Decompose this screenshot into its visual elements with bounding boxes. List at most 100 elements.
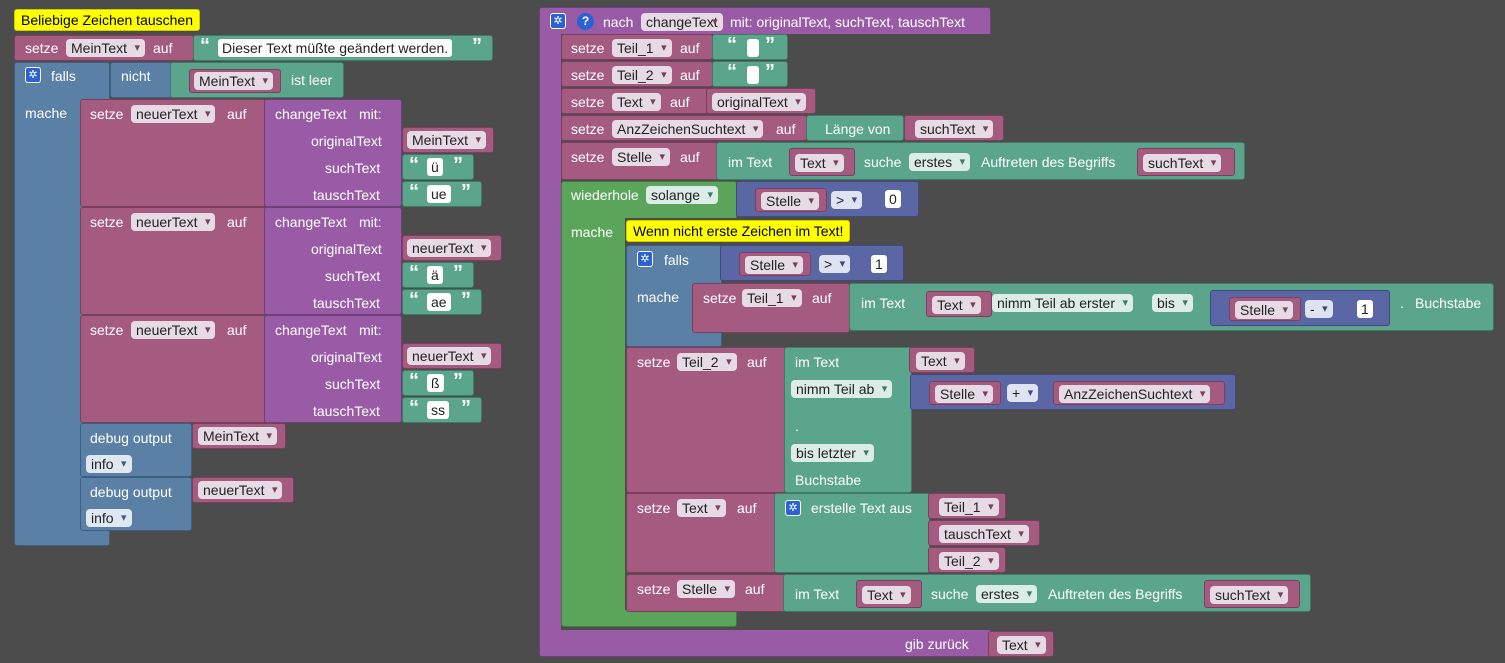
set-meintext-block[interactable]: setze MeinText auf (14, 35, 194, 61)
var-block[interactable]: MeinText (189, 69, 281, 93)
set-text-block[interactable]: setze Text auf (561, 88, 709, 114)
log-level-dropdown[interactable]: info (86, 455, 132, 473)
var-block[interactable]: Text (856, 580, 922, 608)
var-dropdown[interactable]: neuerText (131, 105, 216, 123)
var-dropdown[interactable]: Teil_2 (612, 66, 672, 84)
var-dropdown[interactable]: Stelle (761, 192, 820, 210)
var-dropdown[interactable]: Stelle (612, 148, 671, 166)
log-level-dropdown[interactable]: info (86, 509, 132, 527)
set-neuertext-block-3[interactable]: setze neuerText auf (80, 315, 266, 423)
var-dropdown[interactable]: Teil_1 (939, 498, 999, 516)
text-value-field[interactable]: Dieser Text müßte geändert werden. (218, 39, 453, 57)
function-name-field[interactable]: changeText (641, 13, 723, 31)
var-block[interactable]: Stelle (755, 188, 827, 212)
operator-dropdown[interactable]: + (1007, 384, 1039, 402)
debug-output-block-2[interactable]: debug output info (80, 477, 192, 531)
var-block[interactable]: neuerText (192, 477, 294, 503)
text-value-field[interactable] (747, 39, 759, 57)
call-changetext-block-3[interactable]: changeText mit: originalText suchText ta… (264, 315, 402, 423)
var-block[interactable]: Text (789, 148, 855, 176)
var-dropdown[interactable]: neuerText (131, 213, 216, 231)
var-block[interactable]: AnzZeichenSuchtext (1053, 381, 1225, 405)
var-block[interactable]: Stelle (1229, 297, 1301, 321)
var-block[interactable]: originalText (706, 88, 816, 114)
text-value-field[interactable]: ae (427, 293, 451, 311)
var-dropdown[interactable]: Text (932, 296, 981, 314)
set-stelle-block[interactable]: setze Stelle auf (561, 142, 719, 180)
find-text-block[interactable]: im Text Text suche erstes Auftreten des … (716, 142, 1245, 180)
set-teil1-block[interactable]: setze Teil_1 auf (692, 283, 850, 333)
set-text-block[interactable]: setze Text auf (626, 493, 776, 573)
text-literal-block[interactable]: “ ü ” (402, 154, 474, 180)
var-block[interactable]: tauschText (928, 520, 1040, 546)
text-literal-block[interactable]: “ ß ” (402, 370, 474, 396)
var-dropdown[interactable]: suchText (1143, 154, 1222, 172)
debug-output-block-1[interactable]: debug output info (80, 423, 192, 477)
substring-end-dropdown[interactable]: bis (1152, 294, 1193, 312)
var-dropdown[interactable]: neuerText (407, 239, 492, 257)
var-block[interactable]: Text (909, 347, 975, 373)
set-teil2-block[interactable]: setze Teil_2 auf (561, 61, 713, 87)
find-text-block[interactable]: im Text Text suche erstes Auftreten des … (783, 574, 1311, 612)
var-dropdown[interactable]: Teil_1 (742, 289, 802, 307)
var-dropdown[interactable]: Text (795, 154, 844, 172)
comment-block[interactable]: Beliebige Zeichen tauschen (14, 9, 201, 31)
substring-mode-dropdown[interactable]: nimm Teil ab erster (992, 294, 1134, 312)
var-block[interactable]: suchText (904, 115, 1004, 141)
search-mode-dropdown[interactable]: erstes (976, 585, 1038, 603)
set-neuertext-block-1[interactable]: setze neuerText auf (80, 99, 266, 207)
var-dropdown[interactable]: Text (916, 352, 965, 370)
not-block[interactable]: nicht (110, 62, 174, 98)
var-dropdown[interactable]: Stelle (745, 256, 804, 274)
var-dropdown[interactable]: Stelle (1235, 301, 1294, 319)
loop-mode-dropdown[interactable]: solange (646, 186, 719, 204)
operator-dropdown[interactable]: > (831, 191, 863, 209)
text-literal-block[interactable]: “ Dieser Text müßte geändert werden. ” (193, 35, 493, 61)
var-dropdown[interactable]: neuerText (131, 321, 216, 339)
gear-icon[interactable]: ✲ (637, 251, 653, 267)
gear-icon[interactable]: ✲ (785, 500, 801, 516)
arithmetic-block[interactable]: Stelle - 1 (1210, 290, 1390, 326)
var-block[interactable]: Text (988, 631, 1054, 657)
compare-block[interactable]: Stelle > 1 (720, 245, 904, 281)
comment-block[interactable]: Wenn nicht erste Zeichen im Text! (626, 220, 851, 242)
var-dropdown[interactable]: suchText (915, 120, 994, 138)
var-dropdown[interactable]: MeinText (407, 131, 487, 149)
set-anzzeichen-block[interactable]: setze AnzZeichenSuchtext auf (561, 115, 807, 141)
call-changetext-block-1[interactable]: changeText mit: originalText suchText ta… (264, 99, 402, 207)
text-literal-block[interactable]: “ ue ” (402, 181, 482, 207)
var-dropdown[interactable]: Stelle (677, 580, 736, 598)
number-field[interactable]: 0 (885, 190, 901, 208)
var-block[interactable]: neuerText (402, 343, 502, 369)
var-dropdown[interactable]: MeinText (66, 39, 146, 57)
text-literal-block[interactable]: “ ae ” (402, 289, 482, 315)
var-block[interactable]: suchText (1204, 580, 1300, 608)
gear-icon[interactable]: ✲ (25, 67, 41, 83)
set-teil2-block[interactable]: setze Teil_2 auf (626, 347, 786, 493)
var-block[interactable]: Teil_2 (928, 547, 1006, 573)
number-field[interactable]: 1 (871, 255, 887, 273)
substring-mode-dropdown[interactable]: nimm Teil ab (791, 380, 893, 398)
arithmetic-block[interactable]: Stelle + AnzZeichenSuchtext (910, 374, 1236, 410)
text-value-field[interactable]: ä (427, 266, 443, 284)
text-value-field[interactable] (747, 66, 759, 84)
var-block[interactable]: MeinText (402, 127, 494, 153)
gear-icon[interactable]: ✲ (550, 13, 566, 29)
var-block[interactable]: Stelle (929, 381, 1001, 405)
set-neuertext-block-2[interactable]: setze neuerText auf (80, 207, 266, 315)
var-dropdown[interactable]: tauschText (939, 525, 1029, 543)
var-dropdown[interactable]: MeinText (194, 72, 274, 90)
var-dropdown[interactable]: Teil_1 (612, 39, 672, 57)
empty-text-block[interactable]: “ ” (712, 61, 788, 87)
is-empty-block[interactable]: MeinText ist leer (170, 62, 344, 98)
operator-dropdown[interactable]: > (819, 255, 851, 273)
text-value-field[interactable]: ue (427, 185, 451, 203)
text-value-field[interactable]: ü (427, 158, 443, 176)
operator-dropdown[interactable]: - (1305, 300, 1333, 318)
help-icon[interactable]: ? (577, 13, 594, 30)
var-dropdown[interactable]: Text (677, 499, 726, 517)
text-literal-block[interactable]: “ ä ” (402, 262, 474, 288)
set-stelle-block[interactable]: setze Stelle auf (626, 574, 786, 612)
var-dropdown[interactable]: neuerText (407, 347, 492, 365)
substring-block[interactable]: im Text Text nimm Teil ab erster bis . B… (849, 283, 1494, 331)
